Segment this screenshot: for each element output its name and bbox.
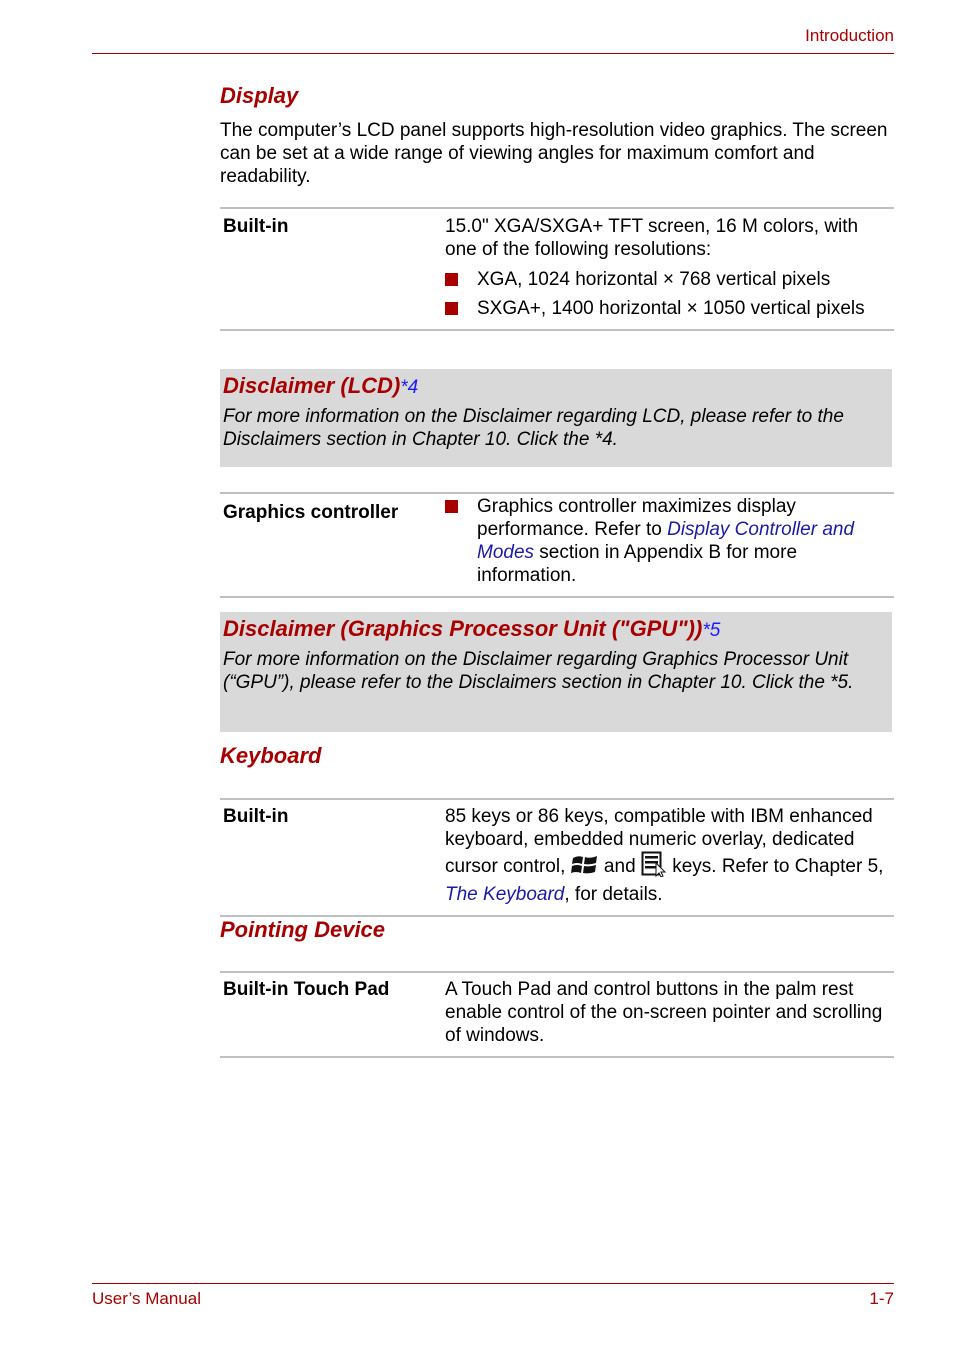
the-keyboard-link[interactable]: The Keyboard bbox=[445, 884, 564, 905]
display-heading: Display bbox=[220, 83, 299, 108]
page-number: 1-7 bbox=[869, 1289, 894, 1308]
display-builtin-table: Built-in 15.0" XGA/SXGA+ TFT screen, 16 … bbox=[220, 207, 894, 331]
spec-label: Built-in bbox=[223, 806, 289, 827]
disclaimer-gpu-ref-link[interactable]: *5 bbox=[702, 620, 720, 641]
disclaimer-lcd-body: For more information on the Disclaimer r… bbox=[223, 406, 844, 450]
spec-value: 15.0" XGA/SXGA+ TFT screen, 16 M colors,… bbox=[445, 215, 894, 320]
bullet-list: XGA, 1024 horizontal × 768 vertical pixe… bbox=[445, 268, 894, 320]
running-header-title: Introduction bbox=[805, 26, 894, 45]
footer-divider bbox=[92, 1283, 894, 1284]
keyboard-table: Built-in 85 keys or 86 keys, compatible … bbox=[220, 798, 894, 917]
disclaimer-lcd-box: Disclaimer (LCD)*4 For more information … bbox=[220, 369, 892, 467]
application-key-icon bbox=[641, 851, 667, 883]
pointing-device-table: Built-in Touch Pad A Touch Pad and contr… bbox=[220, 971, 894, 1058]
spec-value: A Touch Pad and control buttons in the p… bbox=[445, 979, 883, 1046]
bullet-square-icon bbox=[445, 500, 458, 513]
bullet-square-icon bbox=[445, 302, 458, 315]
spec-label: Built-in bbox=[223, 216, 289, 237]
disclaimer-gpu-title: Disclaimer (Graphics Processor Unit ("GP… bbox=[223, 616, 721, 641]
graphics-controller-table: Graphics controller Graphics controller … bbox=[220, 492, 894, 598]
disclaimer-lcd-ref-link[interactable]: *4 bbox=[400, 377, 418, 398]
disclaimer-gpu-box: Disclaimer (Graphics Processor Unit ("GP… bbox=[220, 612, 892, 732]
disclaimer-gpu-body: For more information on the Disclaimer r… bbox=[223, 649, 854, 693]
header-divider bbox=[92, 53, 894, 54]
pointing-device-heading: Pointing Device bbox=[220, 917, 386, 942]
disclaimer-lcd-title: Disclaimer (LCD)*4 bbox=[223, 373, 419, 398]
footer-manual-title: User’s Manual bbox=[92, 1289, 201, 1308]
table-row: Built-in 15.0" XGA/SXGA+ TFT screen, 16 … bbox=[220, 215, 894, 320]
spec-value: Graphics controller maximizes display pe… bbox=[445, 495, 894, 587]
list-item: SXGA+, 1400 horizontal × 1050 vertical p… bbox=[445, 297, 894, 320]
table-row: Graphics controller Graphics controller … bbox=[220, 495, 894, 587]
list-item: XGA, 1024 horizontal × 768 vertical pixe… bbox=[445, 268, 894, 291]
spec-label: Built-in Touch Pad bbox=[223, 979, 390, 1000]
table-row: Built-in Touch Pad A Touch Pad and contr… bbox=[220, 978, 894, 1047]
spec-label: Graphics controller bbox=[223, 502, 399, 523]
spec-value: 85 keys or 86 keys, compatible with IBM … bbox=[445, 806, 884, 905]
spec-text: 15.0" XGA/SXGA+ TFT screen, 16 M colors,… bbox=[445, 216, 859, 260]
keyboard-heading: Keyboard bbox=[220, 743, 322, 768]
display-intro: The computer’s LCD panel supports high-r… bbox=[220, 120, 888, 187]
list-item: Graphics controller maximizes display pe… bbox=[445, 495, 894, 587]
bullet-square-icon bbox=[445, 273, 458, 286]
windows-key-icon bbox=[570, 853, 599, 883]
table-row: Built-in 85 keys or 86 keys, compatible … bbox=[220, 805, 894, 906]
